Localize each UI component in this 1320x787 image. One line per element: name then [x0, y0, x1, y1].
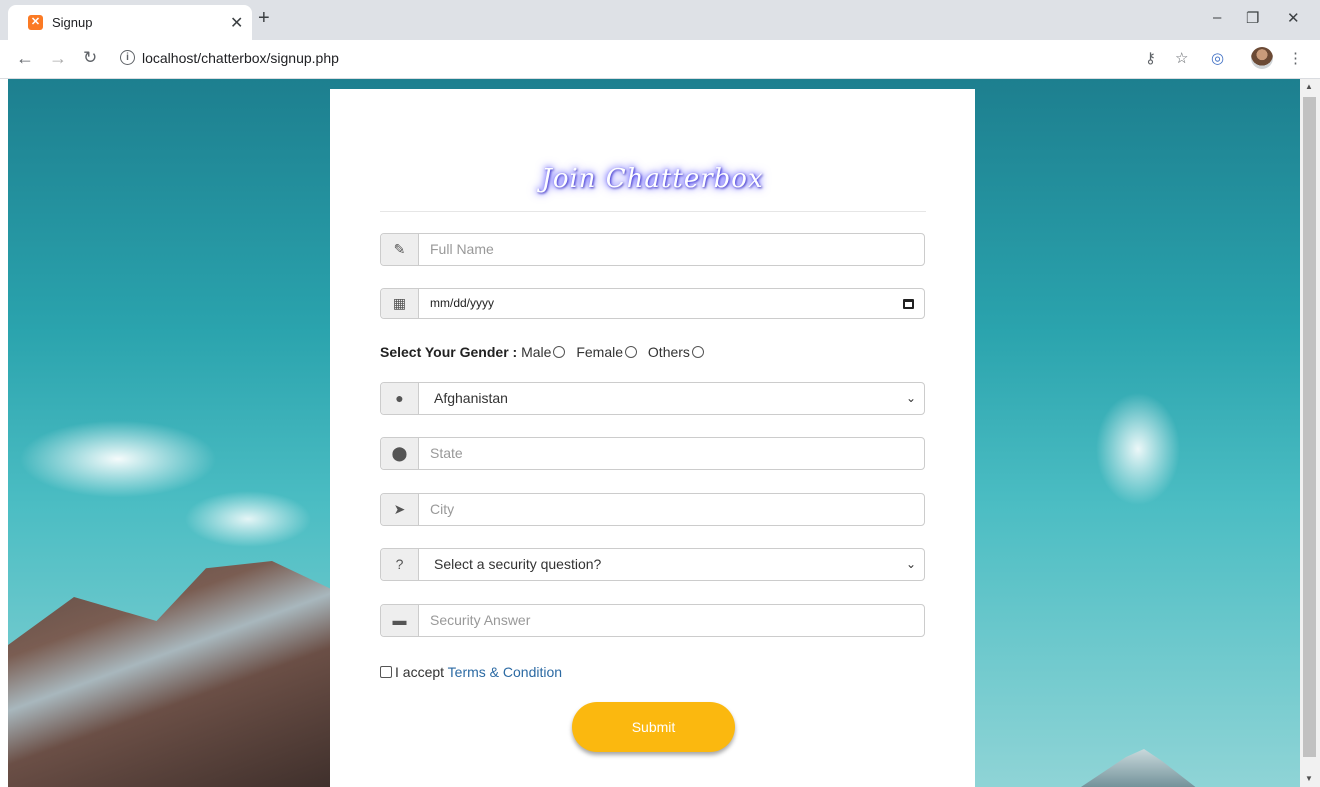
gender-option-female-label: Female [576, 344, 624, 360]
divider [380, 211, 926, 212]
security-answer-group: ▬ Security Answer [380, 604, 925, 637]
state-input[interactable]: State [430, 438, 463, 469]
scrollbar[interactable]: ▲ ▼ [1300, 79, 1320, 787]
map-marker-icon: ⬤ [381, 438, 419, 469]
country-value: Afghanistan [434, 390, 508, 406]
submit-button[interactable]: Submit [572, 702, 735, 752]
extension-icon[interactable]: ◎ [1211, 49, 1224, 67]
browser-tab[interactable]: ✕ Signup ✕ [8, 5, 252, 40]
tab-close-icon[interactable]: ✕ [230, 13, 243, 33]
question-circle-icon: ? [381, 549, 419, 580]
star-icon[interactable]: ☆ [1175, 49, 1188, 67]
address-bar-url[interactable]: localhost/chatterbox/signup.php [142, 50, 339, 66]
menu-icon[interactable]: ⋮ [1288, 49, 1303, 67]
date-picker-icon[interactable] [903, 299, 914, 309]
new-tab-icon[interactable]: + [258, 8, 270, 28]
scroll-down-icon[interactable]: ▼ [1305, 774, 1313, 783]
dob-group: ▦ mm/dd/yyyy [380, 288, 925, 319]
browser-toolbar: ← → ↻ i localhost/chatterbox/signup.php … [0, 40, 1320, 79]
security-question-value: Select a security question? [434, 556, 602, 572]
gender-others-radio[interactable] [691, 346, 704, 358]
terms-link[interactable]: Terms & Condition [448, 664, 562, 680]
minimize-icon[interactable]: – [1213, 9, 1221, 26]
full-name-input[interactable]: Full Name [430, 234, 494, 265]
gender-option-male-label: Male [521, 344, 552, 360]
full-name-group: ✎ Full Name [380, 233, 925, 266]
signup-card: Join Chatterbox ✎ Full Name ▦ mm/dd/yyyy… [330, 89, 975, 787]
gender-row: Select Your Gender : Male Female Others [380, 344, 711, 360]
mountain-image [8, 561, 338, 787]
tab-bar: ✕ Signup ✕ + – ❐ ✕ [0, 0, 1320, 40]
city-input[interactable]: City [430, 494, 454, 525]
terms-checkbox[interactable] [380, 666, 392, 678]
tab-title: Signup [52, 15, 93, 30]
gender-male-radio[interactable] [553, 346, 566, 358]
state-group: ⬤ State [380, 437, 925, 470]
city-group: ➤ City [380, 493, 925, 526]
location-arrow-icon: ➤ [381, 494, 419, 525]
globe-icon: ● [381, 383, 419, 414]
country-select[interactable]: ● Afghanistan ⌄ [380, 382, 925, 415]
scroll-thumb[interactable] [1303, 97, 1316, 757]
pencil-icon: ✎ [381, 234, 419, 265]
back-arrow-icon[interactable]: ← [16, 48, 34, 68]
forward-arrow-icon[interactable]: → [49, 48, 67, 68]
mountain-image [1078, 749, 1198, 787]
profile-avatar[interactable] [1251, 47, 1273, 69]
dob-input[interactable]: mm/dd/yyyy [430, 289, 494, 318]
reload-icon[interactable]: ↻ [83, 48, 97, 68]
chevron-down-icon: ⌄ [905, 391, 916, 405]
restore-icon[interactable]: ❐ [1246, 9, 1259, 27]
gender-label: Select Your Gender : [380, 344, 518, 360]
security-question-select[interactable]: ? Select a security question? ⌄ [380, 548, 925, 581]
gender-female-radio[interactable] [625, 346, 638, 358]
chevron-down-icon: ⌄ [905, 557, 916, 571]
gender-option-others-label: Others [647, 344, 690, 360]
scroll-up-icon[interactable]: ▲ [1305, 82, 1313, 91]
page-title: Join Chatterbox [541, 164, 764, 194]
briefcase-icon: ▬ [381, 605, 419, 636]
security-answer-input[interactable]: Security Answer [430, 605, 530, 636]
info-icon[interactable]: i [120, 50, 135, 65]
calendar-icon: ▦ [381, 289, 419, 318]
terms-row: I accept Terms & Condition [380, 664, 562, 680]
xampp-favicon-icon: ✕ [28, 15, 43, 30]
terms-prefix: I accept [395, 664, 445, 680]
key-icon[interactable]: ⚷ [1145, 49, 1156, 67]
window-close-icon[interactable]: ✕ [1287, 9, 1300, 27]
